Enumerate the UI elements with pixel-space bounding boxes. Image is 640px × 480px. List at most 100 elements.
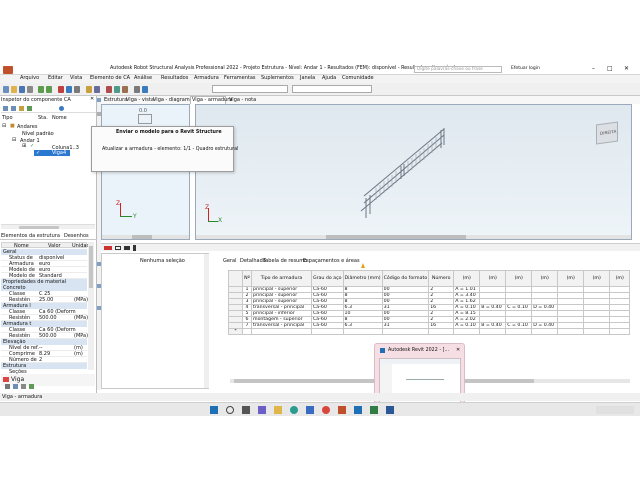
menu-suplementos[interactable]: Suplementos bbox=[261, 76, 294, 81]
search-input[interactable]: Digite palavras-chave ou frase bbox=[417, 67, 483, 72]
table-cell[interactable] bbox=[609, 328, 631, 335]
grid-view-icon[interactable] bbox=[13, 384, 18, 389]
rebar-icon[interactable] bbox=[122, 86, 128, 93]
tab-desenhos[interactable]: Desenhos bbox=[64, 234, 89, 239]
menu-armadura[interactable]: Armadura bbox=[194, 76, 219, 81]
undo-icon[interactable] bbox=[38, 86, 44, 93]
menu-comunidade[interactable]: Comunidade bbox=[342, 76, 374, 81]
column-header[interactable]: Diâmetro (mm) bbox=[342, 270, 383, 287]
new-icon[interactable] bbox=[3, 86, 9, 93]
robot-app-icon[interactable] bbox=[338, 406, 346, 414]
selection-scrollbar[interactable] bbox=[204, 254, 209, 388]
app-icon[interactable] bbox=[3, 66, 13, 74]
tools-icon[interactable] bbox=[134, 86, 140, 93]
select-icon[interactable] bbox=[58, 86, 64, 93]
table-cell[interactable] bbox=[583, 328, 611, 335]
edit-icon[interactable] bbox=[29, 384, 34, 389]
table-cell[interactable] bbox=[479, 328, 507, 335]
column-header[interactable]: (m) bbox=[531, 270, 559, 287]
sort-icon[interactable] bbox=[21, 384, 26, 389]
close-button[interactable]: ✕ bbox=[624, 66, 629, 72]
model-3d-view[interactable]: DIREITA Z X bbox=[195, 104, 632, 240]
menu-elemento-ca[interactable]: Elemento de CA bbox=[90, 76, 130, 81]
store-icon[interactable] bbox=[306, 406, 314, 414]
menu-arquivo[interactable]: Arquivo bbox=[20, 76, 39, 81]
inspector-scroll-track[interactable] bbox=[1, 224, 95, 229]
menu-resultados[interactable]: Resultados bbox=[161, 76, 188, 81]
viewcube-face[interactable]: DIREITA bbox=[596, 121, 618, 145]
tab-viga-armadura[interactable]: Viga - armadura bbox=[192, 98, 232, 103]
minimize-button[interactable]: – bbox=[592, 66, 595, 72]
tab-elementos-estrutura[interactable]: Elementos da estrutura bbox=[1, 234, 60, 239]
revit-taskbar-icon[interactable] bbox=[354, 406, 362, 414]
selection-panel[interactable]: Nenhuma seleção bbox=[101, 253, 209, 389]
info-icon[interactable] bbox=[59, 106, 64, 111]
excel-icon[interactable] bbox=[370, 406, 378, 414]
column-header[interactable]: (m) bbox=[583, 270, 611, 287]
table-cell[interactable]: transversal - principal bbox=[251, 322, 312, 329]
table-cell[interactable]: A = 0.10 bbox=[453, 322, 481, 329]
table-cell[interactable]: transversal - principal bbox=[251, 304, 312, 311]
table-cell[interactable]: A = 8.15 bbox=[453, 310, 481, 317]
table-new-row[interactable]: * bbox=[228, 328, 631, 335]
table-cell[interactable] bbox=[505, 328, 533, 335]
pan-icon[interactable] bbox=[74, 86, 80, 93]
column-header[interactable]: Número bbox=[428, 270, 455, 287]
display-icon[interactable] bbox=[86, 86, 92, 93]
section-scrollbar[interactable] bbox=[102, 235, 189, 239]
zoom-icon[interactable] bbox=[66, 86, 72, 93]
edge-icon[interactable] bbox=[290, 406, 298, 414]
table-cell[interactable]: B = 0.40 bbox=[479, 322, 507, 329]
chrome-icon[interactable] bbox=[322, 406, 330, 414]
table-cell[interactable]: D = 0.40 bbox=[531, 304, 559, 311]
column-header[interactable]: Tipo de armadura bbox=[251, 270, 312, 287]
tab-estrutura[interactable]: Estrutura bbox=[104, 98, 127, 103]
dropdown-combo-2[interactable] bbox=[292, 85, 372, 93]
tab-viga-vista[interactable]: Viga - vista bbox=[126, 98, 154, 103]
tab-viga-nota[interactable]: Viga - nota bbox=[229, 98, 256, 103]
view-3d-scroll-thumb[interactable] bbox=[326, 235, 466, 239]
table-cell[interactable] bbox=[428, 328, 455, 335]
table-cell[interactable]: C = 0.10 bbox=[505, 304, 533, 311]
task-view-icon[interactable] bbox=[242, 406, 250, 414]
properties-scroll-thumb[interactable] bbox=[89, 246, 93, 288]
tab-geral[interactable]: Geral bbox=[223, 259, 236, 264]
grid-icon[interactable] bbox=[94, 86, 100, 93]
rebar-shape-icon[interactable] bbox=[124, 246, 130, 250]
dropdown-combo-1[interactable] bbox=[212, 85, 288, 93]
calc-icon[interactable] bbox=[106, 86, 112, 93]
menu-vista[interactable]: Vista bbox=[70, 76, 82, 81]
tree-toggle-icon[interactable]: ⊞ bbox=[22, 144, 26, 149]
tab-detalhado[interactable]: Detalhado bbox=[240, 259, 266, 264]
tab-espacamentos[interactable]: Espaçamentos e áreas bbox=[303, 259, 360, 264]
tree-item-viga4[interactable]: Viga4 bbox=[52, 151, 66, 156]
table-cell[interactable]: A = 0.10 bbox=[453, 304, 481, 311]
word-icon[interactable] bbox=[386, 406, 394, 414]
table-cell[interactable] bbox=[557, 328, 585, 335]
view-3d-scrollbar[interactable] bbox=[196, 235, 631, 239]
column-header[interactable]: Nº bbox=[242, 270, 252, 287]
menu-analise[interactable]: Análise bbox=[134, 76, 152, 81]
start-icon[interactable] bbox=[210, 406, 218, 414]
tree-toggle-icon[interactable]: ⊟ bbox=[2, 124, 6, 129]
preview-close-icon[interactable]: ✕ bbox=[456, 348, 460, 353]
tree-item-andares[interactable]: Andares bbox=[17, 125, 37, 130]
table-cell[interactable]: A = 3.40 bbox=[453, 292, 481, 299]
inspector-close-icon[interactable]: ✕ bbox=[90, 97, 94, 102]
table-cell[interactable] bbox=[342, 328, 383, 335]
login-link[interactable]: Efetuar login bbox=[511, 66, 540, 72]
column-header[interactable]: (m) bbox=[557, 270, 585, 287]
filter-icon[interactable] bbox=[19, 106, 24, 111]
save-icon[interactable] bbox=[19, 86, 25, 93]
open-icon[interactable] bbox=[11, 86, 17, 93]
table-cell[interactable] bbox=[531, 328, 559, 335]
table-cell[interactable] bbox=[242, 328, 252, 335]
refresh-icon[interactable] bbox=[27, 106, 32, 111]
expand-icon[interactable] bbox=[3, 106, 8, 111]
explorer-icon[interactable] bbox=[274, 406, 282, 414]
inspector-scroll-thumb[interactable] bbox=[19, 226, 59, 229]
column-header[interactable]: Código do formato bbox=[381, 270, 430, 287]
column-header[interactable]: (m) bbox=[505, 270, 533, 287]
table-cell[interactable]: D = 0.40 bbox=[531, 322, 559, 329]
section-view[interactable]: 0.0 Z Y bbox=[101, 104, 190, 240]
